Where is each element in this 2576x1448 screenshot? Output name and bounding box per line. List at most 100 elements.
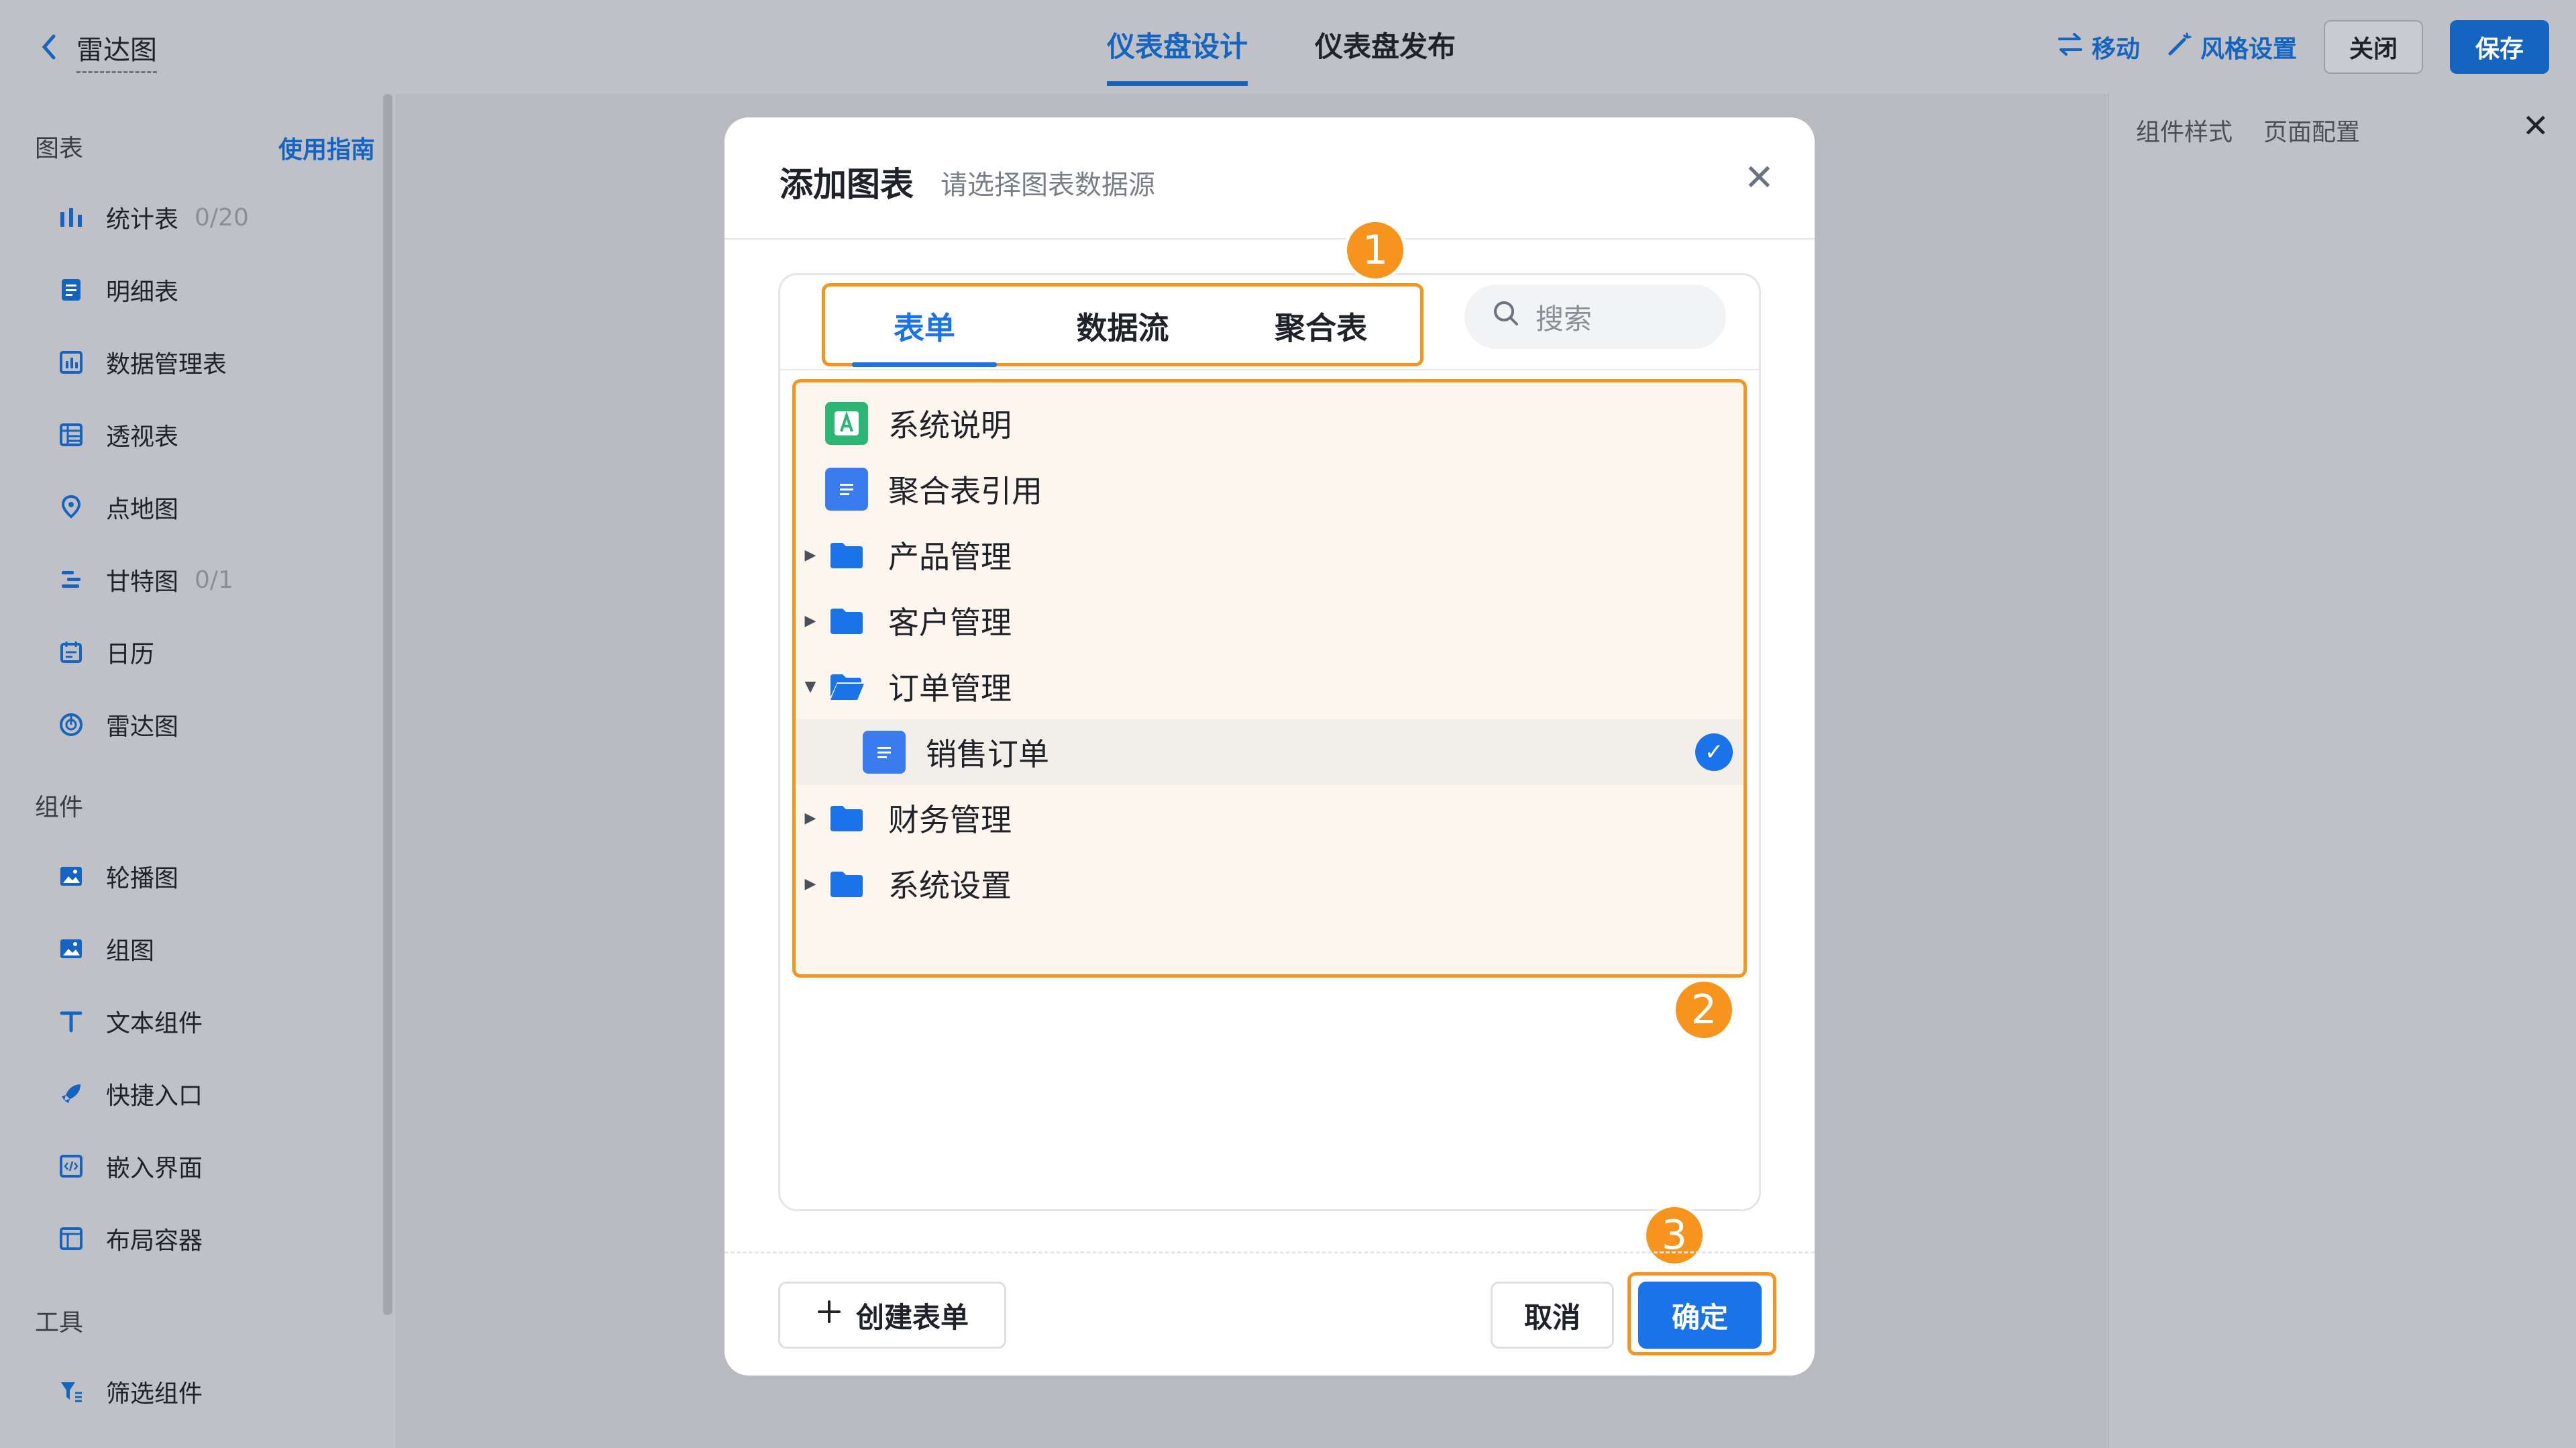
tree-item-system-info[interactable]: 系统说明 xyxy=(796,391,1743,456)
section-title-tools: 工具 xyxy=(35,1309,84,1337)
sidebar-item-point-map[interactable]: 点地图 xyxy=(56,490,178,525)
tree-item-sales-order[interactable]: 销售订单 ✓ xyxy=(796,719,1743,785)
left-sidebar: 图表 使用指南 统计表 0/20 明细表 数据管理表 透视表 点地图 甘特图 0… xyxy=(0,94,392,1448)
divider xyxy=(780,369,1759,370)
sidebar-item-detail-table[interactable]: 明细表 xyxy=(56,272,178,307)
document-icon xyxy=(825,468,868,511)
tab-forms[interactable]: 表单 xyxy=(825,287,1024,367)
sidebar-item-calendar[interactable]: 日历 xyxy=(56,635,154,670)
sidebar-item-embed[interactable]: 嵌入界面 xyxy=(56,1149,203,1184)
page-title: 雷达图 xyxy=(76,28,157,73)
sidebar-item-shortcut[interactable]: 快捷入口 xyxy=(56,1076,203,1111)
swap-icon xyxy=(2057,32,2084,62)
caret-down-icon[interactable]: ▼ xyxy=(796,678,825,695)
tab-dashboard-publish[interactable]: 仪表盘发布 xyxy=(1315,24,1456,86)
count-badge: 0/1 xyxy=(195,566,233,594)
filter-icon xyxy=(56,1377,86,1406)
sidebar-item-radar[interactable]: 雷达图 xyxy=(56,707,178,742)
tab-page-config[interactable]: 页面配置 xyxy=(2263,113,2360,148)
sidebar-item-stat-table[interactable]: 统计表 0/20 xyxy=(56,200,249,235)
create-form-button[interactable]: 创建表单 xyxy=(778,1282,1006,1349)
close-button[interactable]: 关闭 xyxy=(2324,20,2423,74)
caret-right-icon[interactable]: ▶ xyxy=(796,876,825,892)
carousel-icon xyxy=(56,862,86,891)
add-chart-dialog: 添加图表 请选择图表数据源 ✕ 表单 数据流 聚合表 搜索 系统说明 聚合表引用… xyxy=(724,117,1815,1376)
close-icon[interactable]: ✕ xyxy=(1744,156,1774,199)
sidebar-item-text[interactable]: 文本组件 xyxy=(56,1004,203,1039)
step-badge-1: 1 xyxy=(1344,219,1406,281)
confirm-button[interactable]: 确定 xyxy=(1638,1282,1762,1349)
tree-item-order-mgmt[interactable]: ▼ 订单管理 xyxy=(796,654,1743,719)
sidebar-scrollbar[interactable] xyxy=(383,94,392,1315)
divider xyxy=(724,1251,1815,1253)
tab-aggregate[interactable]: 聚合表 xyxy=(1222,287,1420,363)
bar-chart-icon xyxy=(56,203,86,232)
data-table-icon xyxy=(56,348,86,377)
search-icon xyxy=(1491,299,1521,335)
back-button[interactable]: 雷达图 xyxy=(39,27,157,74)
text-icon xyxy=(56,1006,86,1036)
sidebar-item-pivot-table[interactable]: 透视表 xyxy=(56,417,178,452)
caret-right-icon[interactable]: ▶ xyxy=(796,547,825,564)
chevron-left-icon xyxy=(39,34,59,67)
guide-link[interactable]: 使用指南 xyxy=(278,130,375,165)
caret-right-icon[interactable]: ▶ xyxy=(796,810,825,827)
move-button[interactable]: 移动 xyxy=(2057,30,2140,64)
tree-item-system-settings[interactable]: ▶ 系统设置 xyxy=(796,851,1743,917)
dialog-subtitle: 请选择图表数据源 xyxy=(941,170,1155,201)
sidebar-item-filter[interactable]: 筛选组件 xyxy=(56,1374,203,1409)
section-title-components: 组件 xyxy=(35,794,84,821)
magic-wand-icon xyxy=(2167,32,2192,63)
tree-item-product-mgmt[interactable]: ▶ 产品管理 xyxy=(796,522,1743,588)
folder-open-icon xyxy=(825,665,868,708)
tab-component-style[interactable]: 组件样式 xyxy=(2136,113,2233,148)
embed-icon xyxy=(56,1151,86,1181)
app-icon xyxy=(825,402,868,445)
top-tabs: 仪表盘设计 仪表盘发布 xyxy=(1107,24,1456,86)
sidebar-item-gantt[interactable]: 甘特图 0/1 xyxy=(56,562,233,597)
divider xyxy=(724,238,1815,240)
datasource-panel: 表单 数据流 聚合表 搜索 系统说明 聚合表引用 ▶ 产品管理 ▶ 客户管理 ▼… xyxy=(778,273,1761,1211)
close-icon[interactable]: ✕ xyxy=(2522,107,2549,145)
datasource-tree: 系统说明 聚合表引用 ▶ 产品管理 ▶ 客户管理 ▼ 订单管理 销售订单 ✓ ▶… xyxy=(792,379,1747,978)
pivot-table-icon xyxy=(56,420,86,450)
style-settings-button[interactable]: 风格设置 xyxy=(2167,30,2297,64)
plus-icon xyxy=(816,1298,843,1332)
radar-icon xyxy=(56,710,86,739)
rocket-icon xyxy=(56,1079,86,1108)
image-group-icon xyxy=(56,934,86,964)
folder-icon xyxy=(825,599,868,642)
sidebar-item-carousel[interactable]: 轮播图 xyxy=(56,859,178,894)
step-badge-3: 3 xyxy=(1644,1204,1705,1266)
layout-icon xyxy=(56,1224,86,1253)
save-button[interactable]: 保存 xyxy=(2450,20,2549,74)
sidebar-item-layout-container[interactable]: 布局容器 xyxy=(56,1221,203,1256)
caret-right-icon[interactable]: ▶ xyxy=(796,613,825,629)
count-badge: 0/20 xyxy=(195,203,249,231)
document-icon xyxy=(863,731,906,774)
list-doc-icon xyxy=(56,275,86,305)
right-panel: 组件样式 页面配置 ✕ xyxy=(2108,94,2576,1448)
search-placeholder: 搜索 xyxy=(1536,302,1593,335)
folder-icon xyxy=(825,796,868,839)
tree-item-finance-mgmt[interactable]: ▶ 财务管理 xyxy=(796,785,1743,851)
step-badge-2: 2 xyxy=(1673,979,1735,1041)
dialog-title: 添加图表 xyxy=(780,165,914,204)
tab-dataflow[interactable]: 数据流 xyxy=(1024,287,1222,363)
toolbar-right: 移动 风格设置 关闭 保存 xyxy=(2057,20,2549,74)
source-tabs: 表单 数据流 聚合表 xyxy=(822,283,1424,367)
section-title-charts: 图表 xyxy=(35,135,84,162)
tree-item-customer-mgmt[interactable]: ▶ 客户管理 xyxy=(796,588,1743,654)
calendar-icon xyxy=(56,637,86,667)
check-icon: ✓ xyxy=(1695,733,1733,771)
sidebar-item-data-manage-table[interactable]: 数据管理表 xyxy=(56,345,227,380)
folder-icon xyxy=(825,533,868,576)
tree-item-aggregate-ref[interactable]: 聚合表引用 xyxy=(796,456,1743,522)
cancel-button[interactable]: 取消 xyxy=(1491,1282,1614,1349)
map-pin-icon xyxy=(56,493,86,522)
gantt-icon xyxy=(56,565,86,594)
sidebar-item-image-group[interactable]: 组图 xyxy=(56,931,154,966)
search-input[interactable]: 搜索 xyxy=(1464,285,1726,349)
tab-dashboard-design[interactable]: 仪表盘设计 xyxy=(1107,24,1248,86)
folder-icon xyxy=(825,862,868,905)
